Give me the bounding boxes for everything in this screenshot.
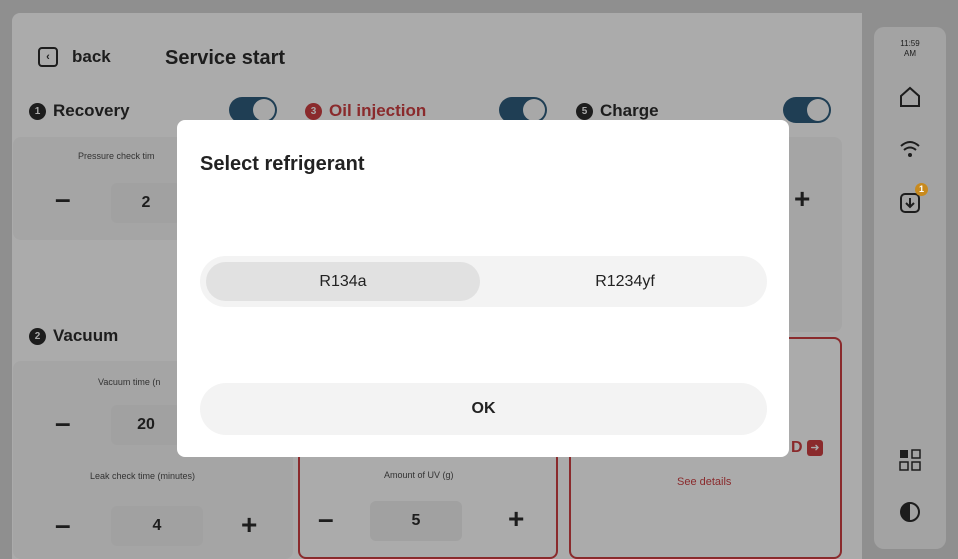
leak-check-label: Leak check time (minutes) bbox=[90, 471, 196, 481]
charge-fragment: D bbox=[791, 439, 803, 456]
step-recovery-heading: 1 Recovery bbox=[29, 101, 130, 121]
minus-button[interactable]: – bbox=[55, 185, 71, 213]
step-number: 3 bbox=[305, 102, 322, 120]
step-number: 5 bbox=[576, 102, 593, 120]
contrast-icon[interactable] bbox=[896, 498, 924, 526]
clock-ampm: AM bbox=[904, 49, 916, 58]
pressure-check-value: 2 bbox=[111, 183, 181, 223]
plus-button[interactable]: + bbox=[794, 185, 810, 213]
wifi-icon bbox=[896, 135, 924, 163]
pressure-check-label: Pressure check tim bbox=[78, 151, 155, 161]
step-charge-heading: 5 Charge bbox=[576, 101, 659, 121]
step-number: 2 bbox=[29, 327, 46, 345]
clock: 11:59 AM bbox=[874, 39, 946, 59]
vacuum-time-label: Vacuum time (n bbox=[98, 377, 161, 387]
plus-button[interactable]: + bbox=[241, 511, 257, 539]
charge-toggle[interactable] bbox=[783, 97, 831, 123]
dialog-title: Select refrigerant bbox=[200, 153, 365, 175]
step-title: Recovery bbox=[53, 101, 130, 120]
step-title: Charge bbox=[600, 101, 659, 120]
step-number: 1 bbox=[29, 102, 46, 120]
minus-button[interactable]: – bbox=[55, 511, 71, 539]
vacuum-time-value: 20 bbox=[111, 405, 181, 445]
uv-value: 5 bbox=[370, 501, 462, 541]
plus-button[interactable]: + bbox=[508, 505, 524, 533]
select-refrigerant-dialog: Select refrigerant R134a R1234yf OK bbox=[177, 120, 789, 457]
option-r1234yf[interactable]: R1234yf bbox=[490, 262, 760, 301]
back-control[interactable]: ‹ back bbox=[38, 47, 111, 67]
option-r134a[interactable]: R134a bbox=[206, 262, 480, 301]
clock-time: 11:59 bbox=[900, 39, 920, 48]
refrigerant-segmented-control: R134a R1234yf bbox=[200, 256, 767, 307]
minus-button[interactable]: – bbox=[55, 409, 71, 437]
download-badge: 1 bbox=[915, 183, 928, 196]
page-title: Service start bbox=[165, 47, 286, 69]
step-vacuum-heading: 2 Vacuum bbox=[29, 326, 118, 346]
apps-grid-icon[interactable] bbox=[896, 446, 924, 474]
leak-check-value: 4 bbox=[111, 506, 203, 546]
chevron-left-icon: ‹ bbox=[38, 47, 58, 67]
uv-label: Amount of UV (g) bbox=[384, 470, 454, 480]
status-rail: 11:59 AM 1 bbox=[874, 27, 946, 549]
uv-card: Amount of UV (g) – 5 + bbox=[298, 450, 558, 559]
back-label: back bbox=[72, 47, 111, 66]
arrow-right-icon: ➜ bbox=[807, 440, 823, 456]
download-icon[interactable]: 1 bbox=[896, 183, 928, 217]
step-title: Oil injection bbox=[329, 101, 427, 120]
minus-button[interactable]: – bbox=[318, 505, 334, 533]
step-oil-heading: 3 Oil injection bbox=[305, 101, 426, 121]
home-icon[interactable] bbox=[896, 83, 924, 111]
see-details-link[interactable]: See details bbox=[677, 476, 731, 488]
step-title: Vacuum bbox=[53, 326, 119, 345]
ok-button[interactable]: OK bbox=[200, 383, 767, 435]
